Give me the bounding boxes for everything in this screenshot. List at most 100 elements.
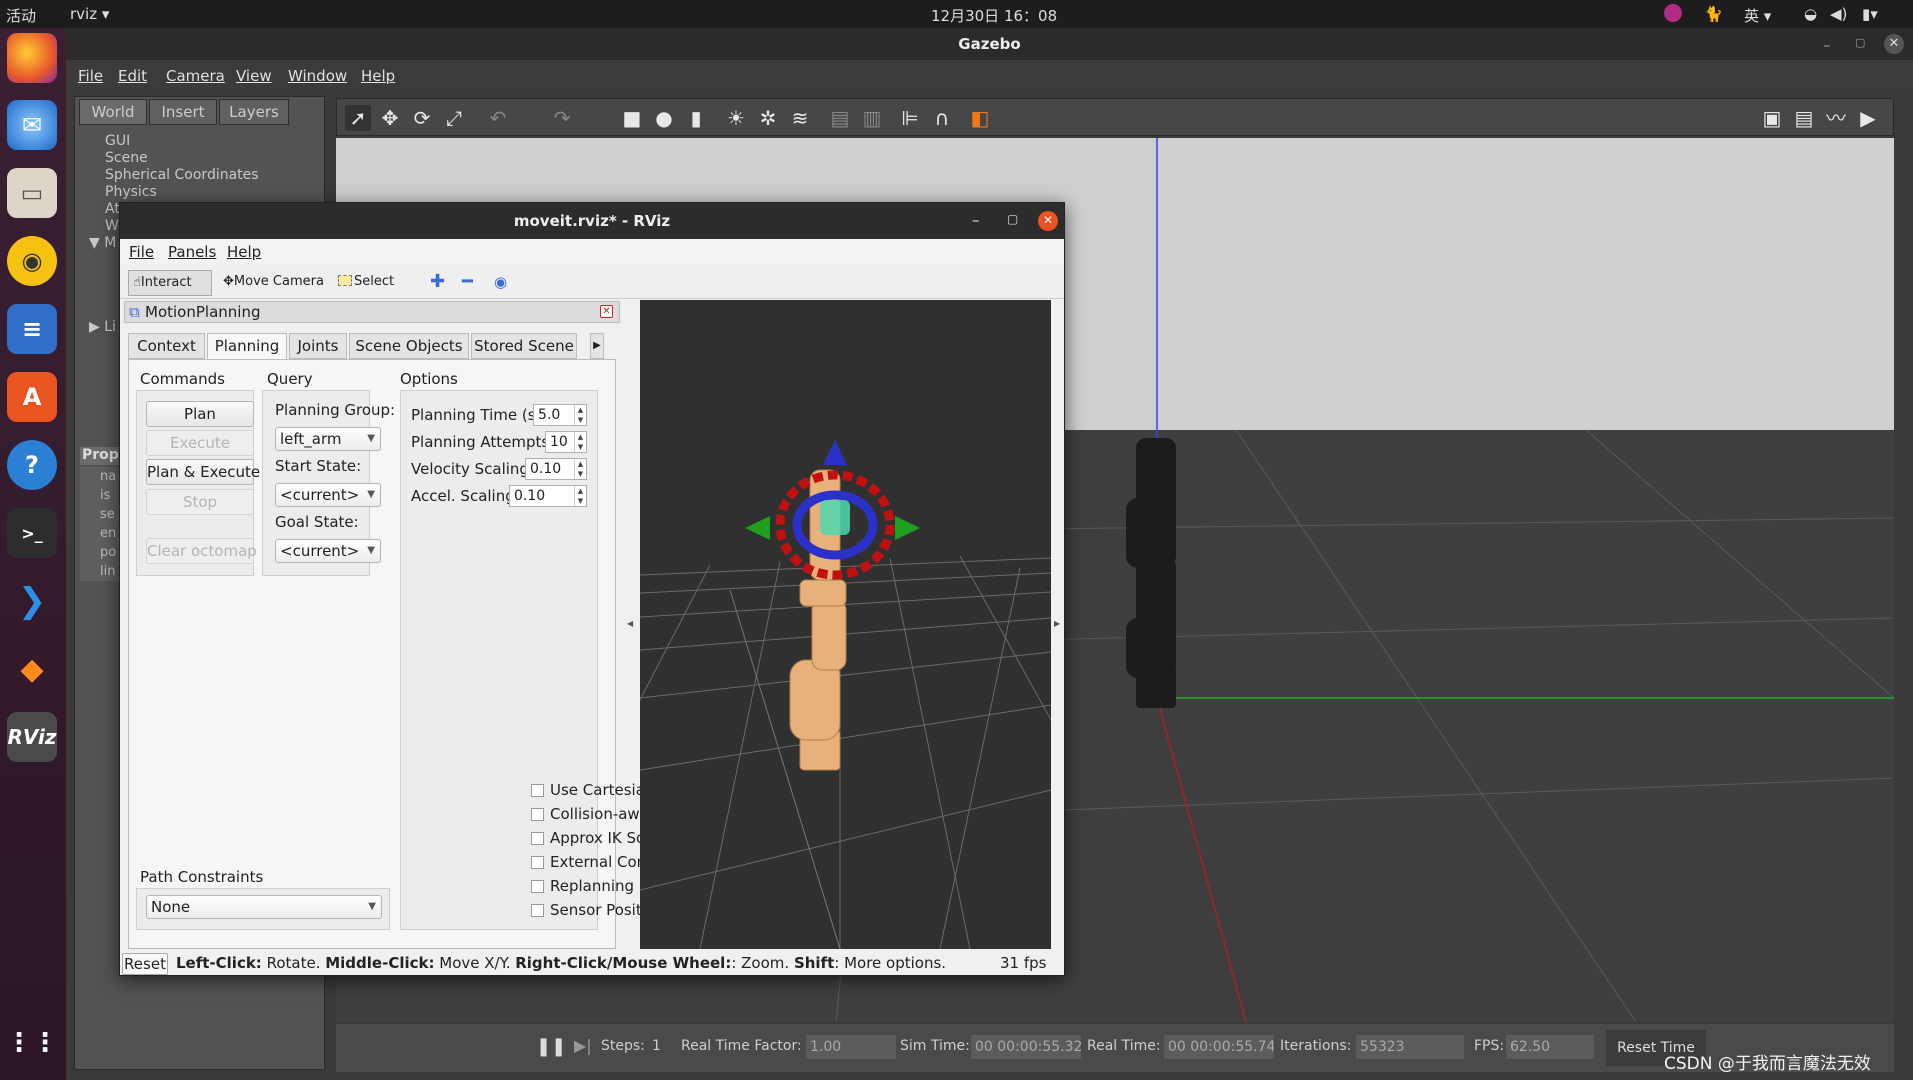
input-method[interactable]: 英 ▾ [1744,5,1771,26]
planning-attempts-spinbox[interactable]: 10 ▲ ▼ [545,431,587,453]
cat-indicator-icon[interactable]: 🐈 [1704,5,1723,23]
checkbox-box[interactable] [531,856,544,869]
velocity-scaling-spinbox[interactable]: 0.10 ▲ ▼ [525,458,587,480]
remove-tool-icon[interactable]: ━ [458,270,477,296]
checkbox-box[interactable] [531,808,544,821]
checkbox-box[interactable] [531,880,544,893]
splitter-left-arrow-icon[interactable]: ◀ [627,619,633,628]
point-light-icon[interactable]: ☀ [723,105,749,131]
tab-scroll-right-icon[interactable]: ▶ [590,333,604,359]
plot-icon[interactable]: 〰 [1823,105,1849,131]
writer-icon[interactable]: ≡ [7,304,57,354]
planning-group-combo[interactable]: left_arm ▼ [275,427,381,451]
spin-up-icon[interactable]: ▲ [574,486,586,496]
tab-scene-objects[interactable]: Scene Objects [349,333,469,359]
snap-icon[interactable]: ∩ [929,105,955,131]
execute-button[interactable]: Execute [146,430,254,456]
accel-scaling-spinbox[interactable]: 0.10 ▲ ▼ [509,485,587,507]
rviz-icon[interactable]: RViz [7,712,57,762]
interact-tool[interactable]: ☝Interact [128,270,212,296]
tab-context[interactable]: Context [128,333,205,359]
thunderbird-icon[interactable]: ✉ [7,100,57,150]
path-constraints-combo[interactable]: None ▼ [146,895,382,919]
add-tool-icon[interactable]: ✚ [426,270,449,296]
scale-icon[interactable]: ⤢ [441,105,467,131]
tree-wind[interactable]: W [105,218,119,234]
clock[interactable]: 12月30日 16：08 [931,5,1057,26]
align-icon[interactable]: ⊫ [897,105,923,131]
stop-button[interactable]: Stop [146,489,254,515]
help-icon[interactable]: ? [7,440,57,490]
tree-lights[interactable]: ▶ Li [89,319,116,335]
translate-icon[interactable]: ✥ [377,105,403,131]
replanning-checkbox[interactable]: Replanning [531,877,634,895]
maximize-icon[interactable]: ▢ [1855,36,1865,49]
menu-edit[interactable]: Edit [118,67,147,85]
spot-light-icon[interactable]: ✲ [755,105,781,131]
rhythmbox-icon[interactable]: ◉ [7,236,57,286]
tab-joints[interactable]: Joints [289,333,347,359]
rviz-menu-file[interactable]: File [129,243,154,261]
checkbox-box[interactable] [531,904,544,917]
step-icon[interactable]: ▶| [574,1036,592,1055]
screenshot-icon[interactable]: ▣ [1759,105,1785,131]
tree-models[interactable]: ▼ M [89,235,116,251]
menu-file[interactable]: File [78,67,103,85]
wifi-icon[interactable]: ◒ [1804,5,1817,23]
paste-icon[interactable]: ▥ [859,105,885,131]
start-state-combo[interactable]: <current> ▼ [275,483,381,507]
tab-insert[interactable]: Insert [149,99,217,125]
close-icon[interactable]: ✕ [1884,34,1904,54]
sphere-icon[interactable]: ● [651,105,677,131]
tree-atmosphere[interactable]: At [105,201,120,217]
app-menu[interactable]: rviz ▾ [70,5,109,23]
terminal-icon[interactable]: >_ [7,508,57,558]
select-tool[interactable]: Select [334,270,398,296]
menu-camera[interactable]: Camera [166,67,225,85]
app-grid-icon[interactable]: ⋮⋮ [6,1018,58,1068]
planning-time-spinbox[interactable]: 5.0 ▲ ▼ [533,404,587,426]
log-icon[interactable]: ▤ [1791,105,1817,131]
rotate-icon[interactable]: ⟳ [409,105,435,131]
tab-layers[interactable]: Layers [219,99,289,125]
spin-down-icon[interactable]: ▼ [574,496,586,506]
rviz-menu-help[interactable]: Help [227,243,261,261]
rviz-minimize-icon[interactable]: – [972,211,980,229]
rviz-menu-panels[interactable]: Panels [168,243,216,261]
spin-up-icon[interactable]: ▲ [574,459,586,469]
checkbox-box[interactable] [531,832,544,845]
clear-octomap-button[interactable]: Clear octomap [146,538,257,564]
directional-light-icon[interactable]: ≋ [787,105,813,131]
firefox-icon[interactable] [7,33,57,83]
undo-icon[interactable]: ↶ [485,105,511,131]
panel-close-icon[interactable]: ✕ [600,305,613,318]
sublime-icon[interactable]: ◆ [7,644,57,694]
box-icon[interactable]: ■ [619,105,645,131]
redo-icon[interactable]: ↷ [549,105,575,131]
record-video-icon[interactable]: ▶ [1855,105,1881,131]
rviz-close-icon[interactable]: ✕ [1038,211,1058,231]
files-icon[interactable]: ▭ [7,168,57,218]
color-picker-icon[interactable] [1664,4,1682,22]
spin-up-icon[interactable]: ▲ [574,405,586,415]
tab-planning[interactable]: Planning [207,333,287,359]
spin-up-icon[interactable]: ▲ [574,432,586,442]
tree-spherical[interactable]: Spherical Coordinates [105,167,259,183]
app-center-icon[interactable]: A [7,372,57,422]
spin-down-icon[interactable]: ▼ [574,469,586,479]
spin-down-icon[interactable]: ▼ [574,415,586,425]
spin-down-icon[interactable]: ▼ [574,442,586,452]
menu-view[interactable]: View [236,67,272,85]
tree-gui[interactable]: GUI [105,133,130,149]
plan-execute-button[interactable]: Plan & Execute [146,459,260,485]
select-mode-icon[interactable]: ➚ [345,105,371,131]
menu-help[interactable]: Help [361,67,395,85]
tree-physics[interactable]: Physics [105,184,157,200]
goal-state-combo[interactable]: <current> ▼ [275,539,381,563]
cylinder-icon[interactable]: ▮ [683,105,709,131]
move-camera-tool[interactable]: ✥Move Camera [219,270,328,296]
checkbox-box[interactable] [531,784,544,797]
volume-icon[interactable]: ◀) [1830,5,1847,23]
splitter-right-arrow-icon[interactable]: ▶ [1054,619,1060,628]
view-angle-icon[interactable]: ◧ [967,105,993,131]
